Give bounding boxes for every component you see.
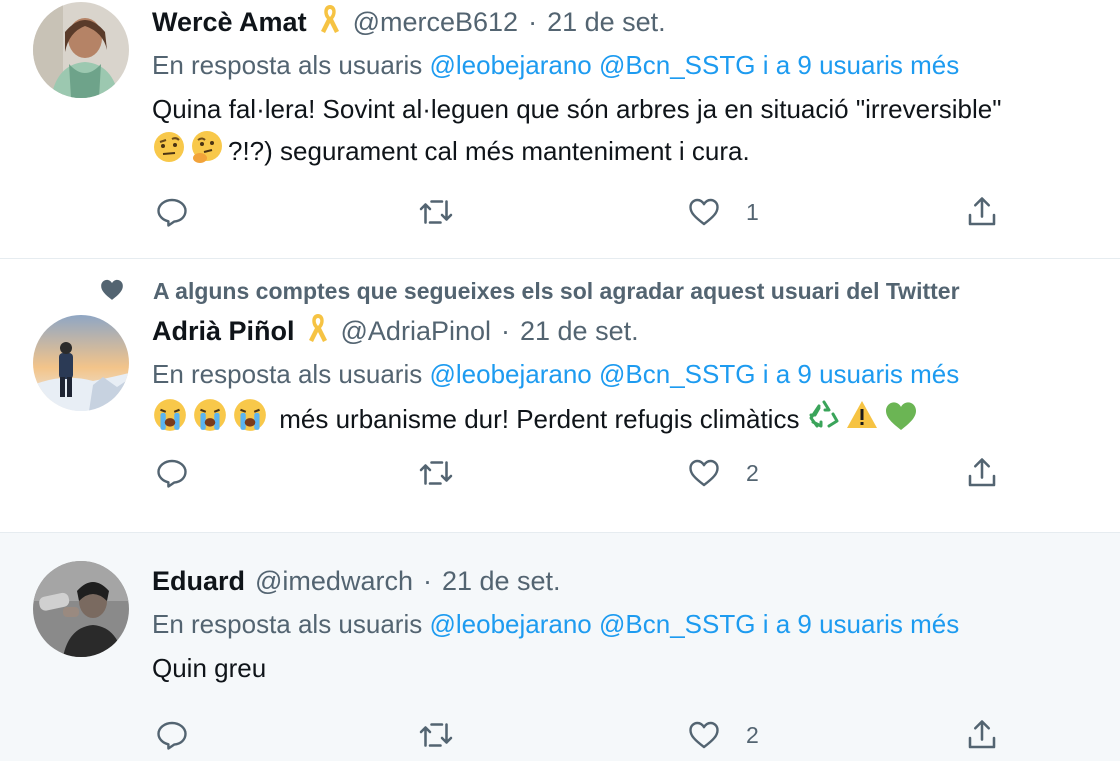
warning-emoji-icon	[845, 398, 879, 444]
display-name[interactable]: Adrià Piñol	[152, 316, 295, 347]
yellow-ribbon-icon	[307, 312, 329, 351]
tweet-date[interactable]: 21 de set.	[547, 7, 666, 38]
retweet-button[interactable]	[416, 192, 456, 232]
mention-link[interactable]: @Bcn_SSTG	[599, 359, 755, 389]
tweet[interactable]: Wercè Amat @merceB612 · 21 de set. En re…	[0, 0, 1120, 259]
share-button[interactable]	[964, 192, 1000, 232]
heart-icon	[686, 455, 722, 491]
like-count: 2	[746, 459, 759, 486]
heart-icon	[686, 717, 722, 753]
retweet-button[interactable]	[416, 715, 456, 755]
reply-icon	[154, 717, 190, 753]
tweet-text: Quina fal·lera! Sovint al·leguen que són…	[152, 88, 1120, 176]
thinking-face-emoji-icon	[190, 130, 224, 176]
avatar[interactable]	[33, 561, 129, 657]
reply-prefix: En resposta als usuaris	[152, 609, 423, 639]
tweet-text-line: Quina fal·lera! Sovint al·leguen que són…	[152, 94, 1002, 124]
action-bar: 1	[152, 192, 1012, 232]
green-heart-emoji-icon	[883, 398, 919, 444]
retweet-icon	[416, 717, 456, 753]
mention-link[interactable]: @leobejarano	[429, 609, 591, 639]
reply-others-link[interactable]: i a 9 usuaris més	[763, 50, 960, 80]
mention-link[interactable]: @Bcn_SSTG	[599, 50, 755, 80]
like-button[interactable]: 1	[686, 192, 759, 232]
raised-eyebrow-emoji-icon	[152, 130, 186, 176]
reply-context: En resposta als usuaris @leobejarano @Bc…	[152, 607, 1120, 641]
display-name[interactable]: Wercè Amat	[152, 7, 307, 38]
tweet-date[interactable]: 21 de set.	[520, 316, 639, 347]
like-count: 1	[746, 198, 759, 225]
separator-dot: ·	[528, 6, 538, 37]
tweet[interactable]: Eduard @imedwarch · 21 de set. En respos…	[0, 533, 1120, 761]
like-button[interactable]: 2	[686, 715, 759, 755]
share-icon	[964, 717, 1000, 753]
tweet-text-line: ?!?) segurament cal més manteniment i cu…	[152, 130, 1120, 176]
tweet-text-line: ?!?) segurament cal més manteniment i cu…	[228, 136, 750, 166]
reply-button[interactable]	[154, 192, 190, 232]
share-icon	[964, 194, 1000, 230]
like-count: 2	[746, 721, 759, 748]
mention-link[interactable]: @leobejarano	[429, 359, 591, 389]
share-icon	[964, 455, 1000, 491]
action-bar: 2	[152, 715, 1012, 755]
tweet-date[interactable]: 21 de set.	[442, 566, 561, 597]
separator-dot: ·	[501, 315, 510, 346]
avatar[interactable]	[33, 2, 129, 98]
heart-filled-icon	[99, 277, 125, 306]
reply-prefix: En resposta als usuaris	[152, 50, 423, 80]
retweet-button[interactable]	[416, 453, 456, 493]
display-name[interactable]: Eduard	[152, 566, 245, 597]
reply-context: En resposta als usuaris @leobejarano @Bc…	[152, 357, 1120, 391]
avatar[interactable]	[33, 315, 129, 411]
reply-others-link[interactable]: i a 9 usuaris més	[763, 359, 960, 389]
tweet-text: més urbanisme dur! Perdent refugis climà…	[152, 397, 1120, 445]
heart-icon	[686, 194, 722, 230]
tweet-text: Quin greu	[152, 653, 267, 683]
user-handle[interactable]: @AdriaPinol	[341, 316, 491, 347]
reply-icon	[154, 194, 190, 230]
share-button[interactable]	[964, 715, 1000, 755]
reply-button[interactable]	[154, 715, 190, 755]
separator-dot: ·	[422, 565, 432, 596]
reply-prefix: En resposta als usuaris	[152, 359, 423, 389]
mention-link[interactable]: @Bcn_SSTG	[599, 609, 755, 639]
reply-others-link[interactable]: i a 9 usuaris més	[763, 609, 960, 639]
retweet-icon	[416, 455, 456, 491]
reply-icon	[154, 455, 190, 491]
action-bar: 2	[152, 453, 1012, 493]
user-handle[interactable]: @imedwarch	[255, 566, 413, 597]
social-context: A alguns comptes que segueixes els sol a…	[99, 277, 960, 306]
user-handle[interactable]: @merceB612	[353, 7, 518, 38]
yellow-ribbon-icon	[319, 3, 341, 42]
like-button[interactable]: 2	[686, 453, 759, 493]
share-button[interactable]	[964, 453, 1000, 493]
reply-button[interactable]	[154, 453, 190, 493]
crying-face-emoji-icon	[232, 397, 268, 445]
retweet-icon	[416, 194, 456, 230]
recycle-emoji-icon	[807, 398, 841, 444]
crying-face-emoji-icon	[152, 397, 188, 445]
tweet[interactable]: A alguns comptes que segueixes els sol a…	[0, 259, 1120, 533]
reply-context: En resposta als usuaris @leobejarano @Bc…	[152, 48, 1120, 82]
mention-link[interactable]: @leobejarano	[429, 50, 591, 80]
crying-face-emoji-icon	[192, 397, 228, 445]
tweet-text-line: més urbanisme dur! Perdent refugis climà…	[279, 403, 800, 434]
social-context-text: A alguns comptes que segueixes els sol a…	[153, 278, 960, 304]
